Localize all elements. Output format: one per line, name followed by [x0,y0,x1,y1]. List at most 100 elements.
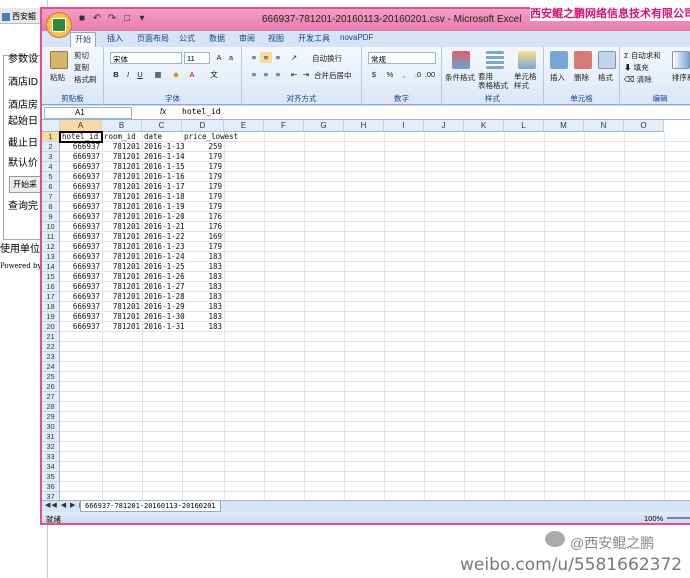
cell[interactable]: 179 [184,202,222,212]
undo-icon[interactable]: ↶ [91,13,103,25]
conditional-format-button[interactable]: 条件格式 [445,72,475,83]
new-doc-icon[interactable]: □ [121,13,133,25]
phonetic-icon[interactable]: 文 [208,69,220,80]
autosum-button[interactable]: Σ 自动求和 [624,50,661,61]
row-header[interactable]: 22 [42,342,60,352]
align-top-icon[interactable]: ≡ [248,52,260,63]
cell[interactable]: 781201 [104,182,140,192]
cell[interactable]: 2016-1-23 [144,242,185,252]
row-header[interactable]: 7 [42,192,60,202]
cell[interactable]: 666937 [62,222,100,232]
cell[interactable]: 666937 [62,192,100,202]
align-bottom-icon[interactable]: ≡ [272,52,284,63]
cell[interactable]: 2016-1-21 [144,222,185,232]
align-left-icon[interactable]: ≡ [248,69,260,80]
wrap-text-button[interactable]: 自动换行 [312,53,342,64]
cell[interactable]: 666937 [62,292,100,302]
cell[interactable]: 781201 [104,302,140,312]
row-header[interactable]: 35 [42,472,60,482]
cell[interactable]: 666937 [62,182,100,192]
tab-view[interactable]: 视图 [268,33,284,44]
row-header[interactable]: 30 [42,422,60,432]
cell[interactable]: 666937 [62,272,100,282]
cell[interactable]: 2016-1-30 [144,312,185,322]
cell[interactable]: price_lowest [184,132,238,142]
increase-decimal-icon[interactable]: .0 [412,69,424,80]
column-header-h[interactable]: H [344,120,384,132]
table-format-icon[interactable] [486,51,504,69]
cell[interactable]: 183 [184,322,222,332]
insert-cells-icon[interactable] [550,51,568,69]
clear-button[interactable]: ⌫ 清除 [624,74,652,85]
row-header[interactable]: 3 [42,152,60,162]
cell[interactable]: 781201 [104,232,140,242]
name-box[interactable]: A1 [44,107,132,119]
cell[interactable]: 179 [184,172,222,182]
row-header[interactable]: 25 [42,372,60,382]
insert-cells-button[interactable]: 插入 [550,72,565,83]
column-header-o[interactable]: O [624,120,664,132]
row-header[interactable]: 2 [42,142,60,152]
column-header-g[interactable]: G [304,120,344,132]
cell[interactable]: 183 [184,272,222,282]
column-header-j[interactable]: J [424,120,464,132]
table-format-button[interactable]: 套用 表格格式 [478,72,508,90]
currency-icon[interactable]: $ [368,69,380,80]
cell[interactable]: 666937 [62,312,100,322]
row-header[interactable]: 14 [42,262,60,272]
fx-icon[interactable]: fx [160,107,166,116]
cell[interactable]: 2016-1-31 [144,322,185,332]
cell[interactable]: 2016-1-14 [144,152,185,162]
cell[interactable]: 183 [184,262,222,272]
column-header-l[interactable]: L [504,120,544,132]
cell[interactable]: 179 [184,152,222,162]
row-header[interactable]: 15 [42,272,60,282]
cell[interactable]: 781201 [104,262,140,272]
cell[interactable]: 2016-1-27 [144,282,185,292]
decrease-decimal-icon[interactable]: .00 [424,69,436,80]
row-header[interactable]: 13 [42,252,60,262]
cell[interactable]: 666937 [62,282,100,292]
formula-input[interactable]: hotel_id [182,107,221,116]
cell[interactable]: 781201 [104,282,140,292]
paste-icon[interactable] [50,51,68,69]
percent-icon[interactable]: % [384,69,396,80]
cell[interactable]: 2016-1-28 [144,292,185,302]
cell[interactable]: 176 [184,222,222,232]
paste-button[interactable]: 粘贴 [50,72,65,83]
fill-color-icon[interactable]: ◆ [170,69,182,80]
cell[interactable]: 781201 [104,142,140,152]
row-header[interactable]: 24 [42,362,60,372]
tab-home[interactable]: 开始 [70,32,96,47]
cell[interactable]: 666937 [62,322,100,332]
row-header[interactable]: 4 [42,162,60,172]
row-header[interactable]: 33 [42,452,60,462]
fill-button[interactable]: ⬇ 填充 [624,62,649,73]
column-header-n[interactable]: N [584,120,624,132]
row-header[interactable]: 32 [42,442,60,452]
cell[interactable]: 183 [184,312,222,322]
spreadsheet-grid[interactable]: A B C D E F G H I J K L M N O 1 2 3 4 5 6 7 8 9 10 11 12 13 14 15 16 17… [42,120,690,500]
row-header[interactable]: 21 [42,332,60,342]
row-header[interactable]: 31 [42,432,60,442]
cell[interactable]: room_id [104,132,140,142]
cell[interactable]: 179 [184,162,222,172]
cell[interactable]: 781201 [104,222,140,232]
underline-icon[interactable]: U [134,69,146,80]
row-header[interactable]: 37 [42,492,60,500]
row-header[interactable]: 16 [42,282,60,292]
cell[interactable]: 2016-1-17 [144,182,185,192]
cell[interactable]: 259 [184,142,222,152]
row-header[interactable]: 12 [42,242,60,252]
qat-more-icon[interactable]: ▾ [136,13,148,25]
decrease-indent-icon[interactable]: ⇤ [288,69,300,80]
delete-cells-icon[interactable] [574,51,592,69]
tab-data[interactable]: 数据 [209,33,225,44]
cell[interactable]: 666937 [62,262,100,272]
format-painter-button[interactable]: 格式刷 [74,74,97,85]
cell[interactable]: 179 [184,192,222,202]
row-header[interactable]: 1 [42,132,60,142]
cell[interactable]: 781201 [104,192,140,202]
cell[interactable]: 2016-1-29 [144,302,185,312]
cell[interactable]: 781201 [104,212,140,222]
